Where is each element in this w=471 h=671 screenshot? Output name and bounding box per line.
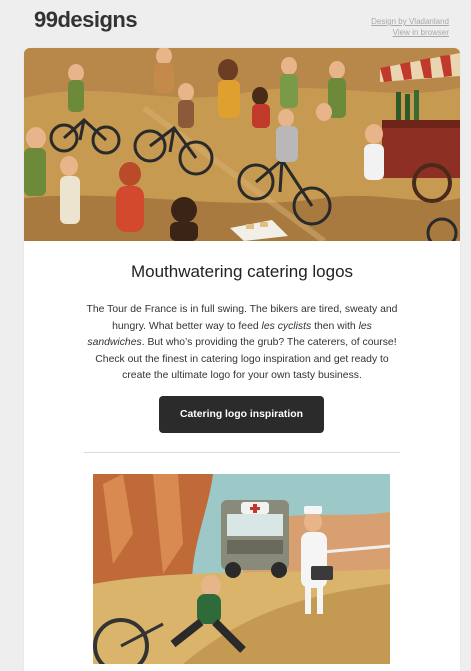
catering-inspiration-button[interactable]: Catering logo inspiration bbox=[159, 396, 324, 433]
email-header: 99designs Design by Vladanland View in b… bbox=[0, 0, 471, 46]
header-links: Design by Vladanland View in browser bbox=[371, 16, 449, 38]
hero-illustration[interactable] bbox=[24, 48, 460, 241]
section-divider bbox=[84, 452, 400, 453]
design-credit-link[interactable]: Design by Vladanland bbox=[371, 16, 449, 27]
body-text-2: then with bbox=[311, 320, 359, 332]
cyclist-ambulance-illustration[interactable] bbox=[93, 474, 390, 664]
email-card: Mouthwatering catering logos The Tour de… bbox=[24, 48, 460, 671]
email-body: The Tour de France is in full swing. The… bbox=[84, 302, 400, 385]
body-emphasis-1: les cyclists bbox=[261, 320, 312, 332]
brand-logo[interactable]: 99designs bbox=[34, 7, 138, 33]
email-title: Mouthwatering catering logos bbox=[130, 262, 354, 281]
view-in-browser-link[interactable]: View in browser bbox=[371, 27, 449, 38]
